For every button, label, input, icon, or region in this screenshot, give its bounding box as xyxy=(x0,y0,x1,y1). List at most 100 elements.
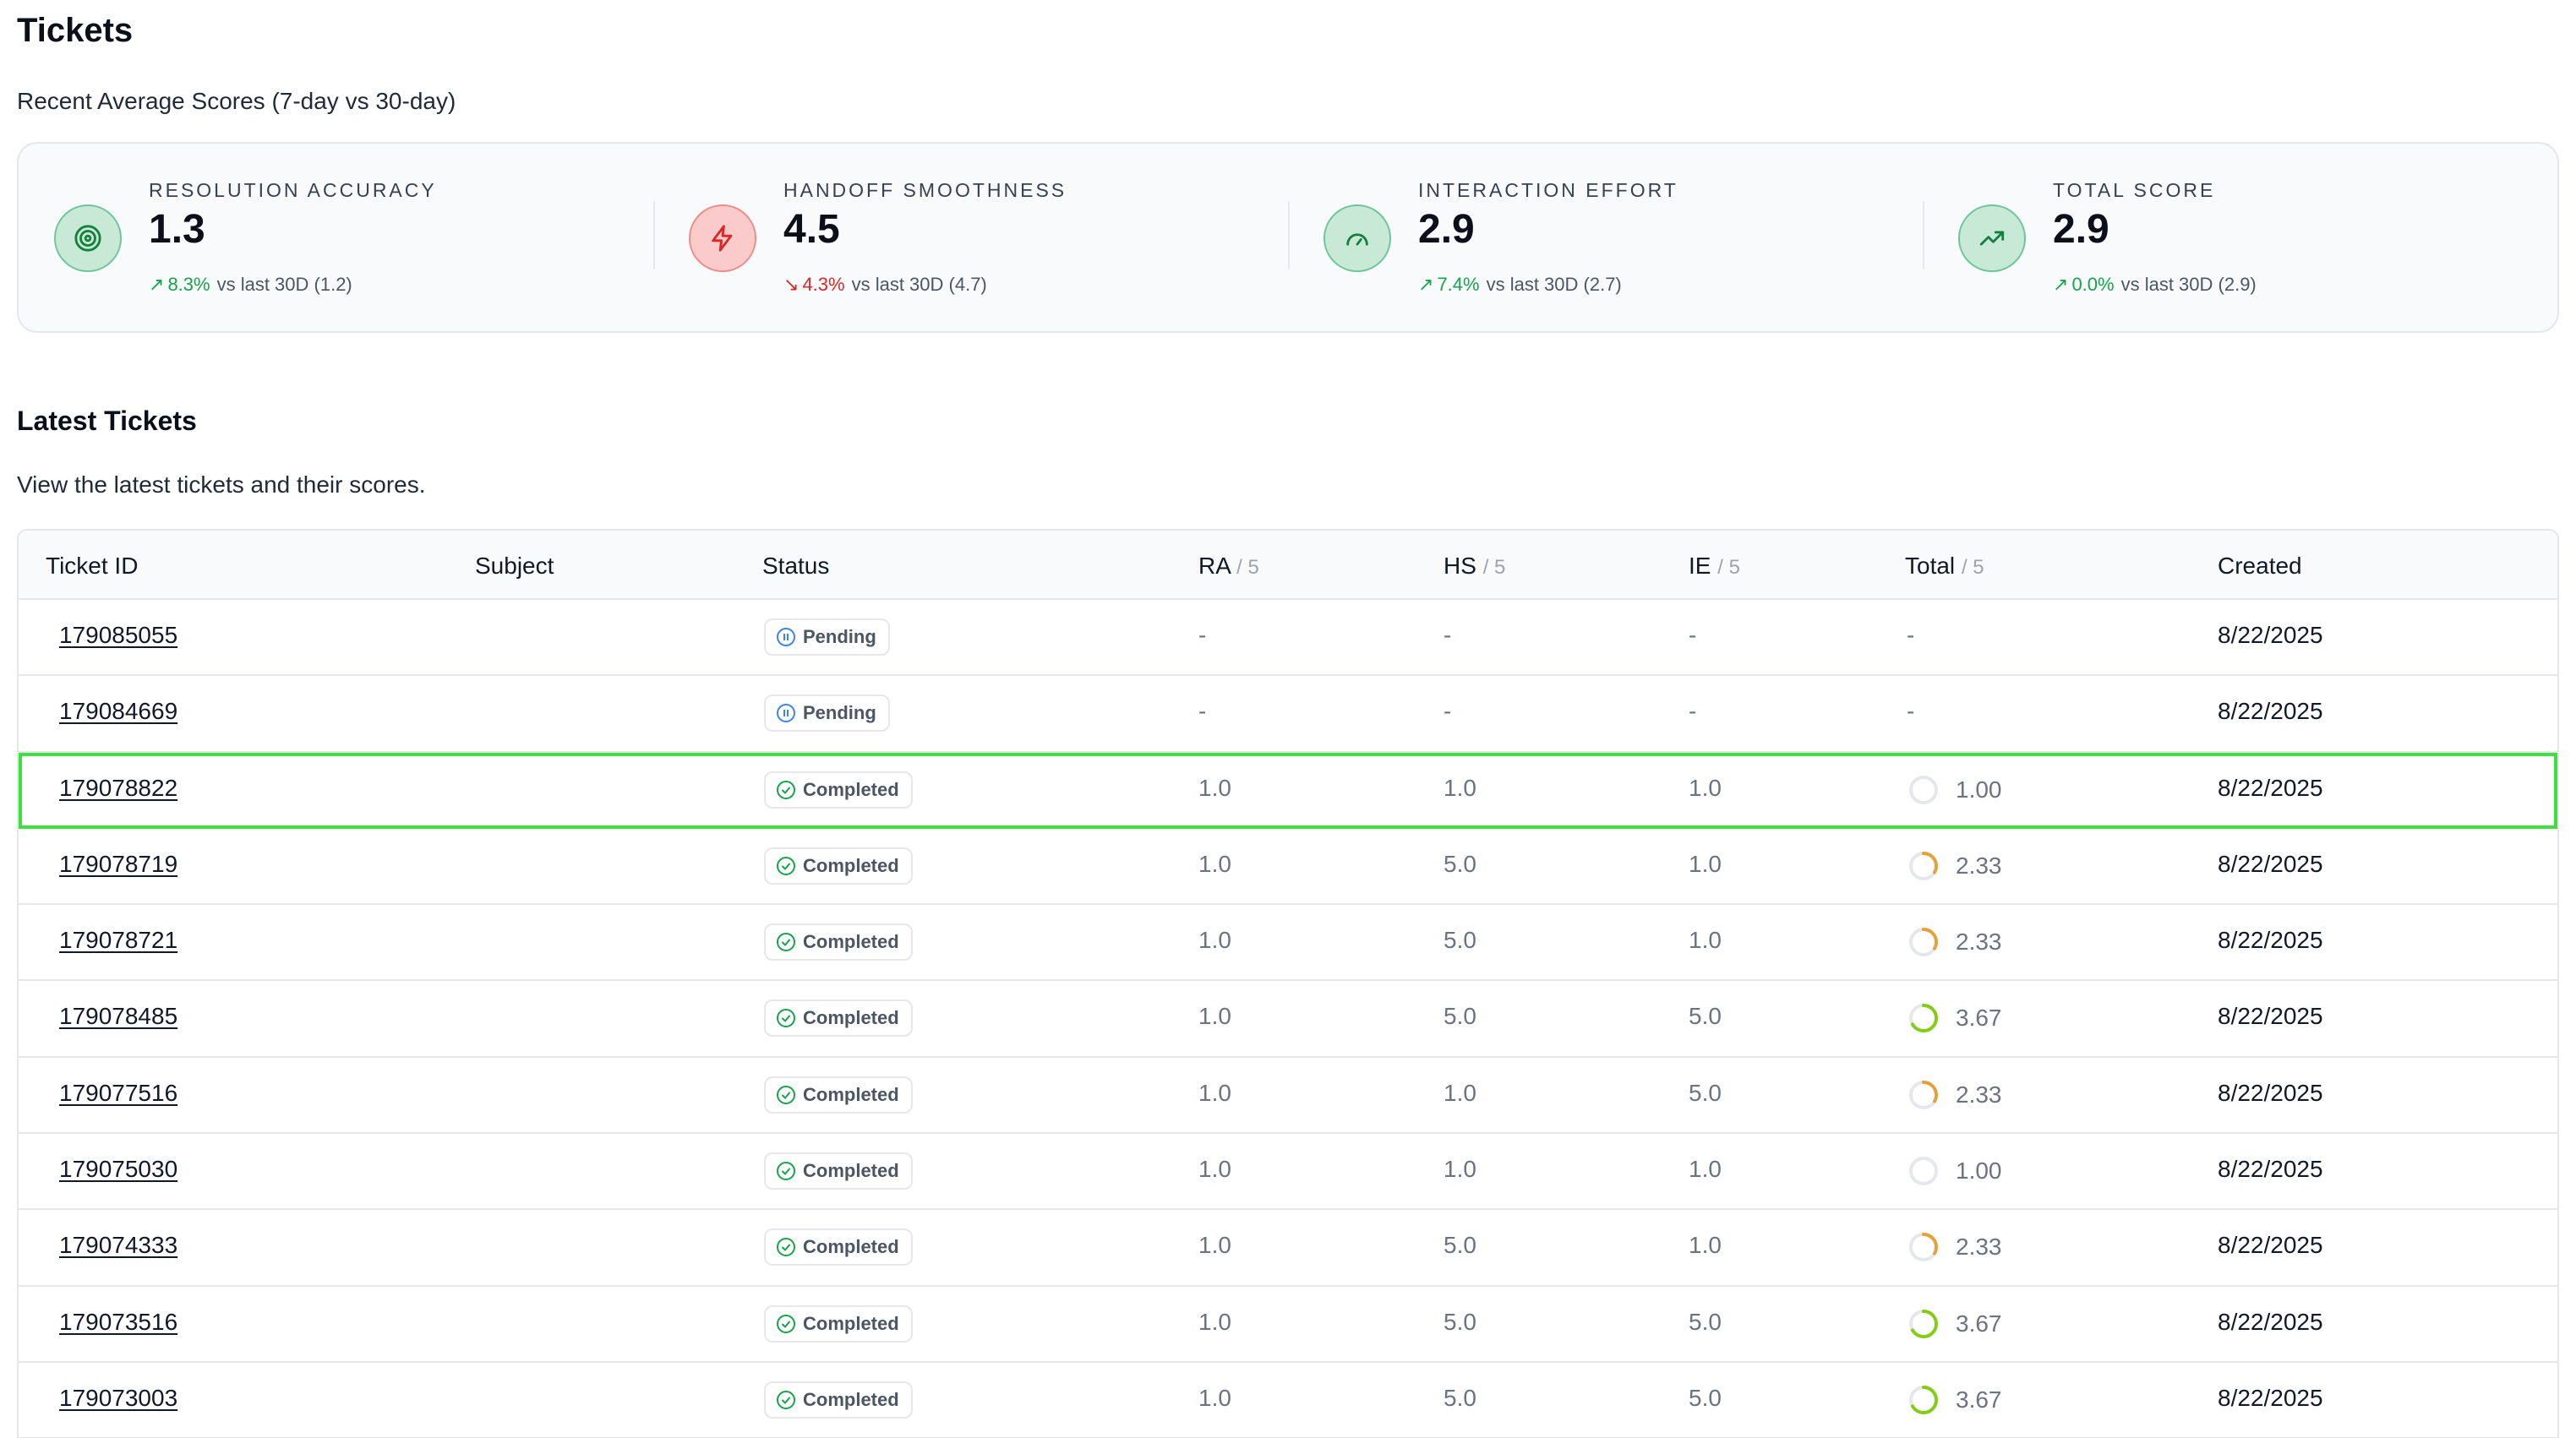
stat-delta-compare: vs last 30D (4.7) xyxy=(851,274,987,295)
total-score: 1.00 xyxy=(1907,1154,2002,1188)
pause-circle-icon xyxy=(777,704,795,723)
table-row[interactable]: 179078822 Completed 1.0 1.0 1.0 1.00 8/22/2025 xyxy=(19,752,2557,829)
header-ticket-id[interactable]: Ticket ID xyxy=(46,553,138,580)
check-circle-icon xyxy=(777,856,795,875)
ra-score: - xyxy=(1198,622,1207,648)
hs-score: 5.0 xyxy=(1444,927,1476,954)
created-date: 8/22/2025 xyxy=(2218,1384,2323,1411)
status-badge: Completed xyxy=(764,923,913,961)
status-label: Completed xyxy=(803,1007,899,1029)
ticket-id-link[interactable]: 179078485 xyxy=(59,1003,177,1030)
stat-value: 1.3 xyxy=(149,207,205,252)
total-score: 3.67 xyxy=(1907,1383,2002,1417)
header-total-denominator: / 5 xyxy=(1961,556,1984,579)
total-score: 2.33 xyxy=(1907,1230,2002,1264)
score-ring-icon xyxy=(1909,1385,1938,1414)
ticket-id-link[interactable]: 179073003 xyxy=(59,1385,177,1412)
stat-label: RESOLUTION ACCURACY xyxy=(149,179,437,201)
ticket-id-link[interactable]: 179085055 xyxy=(59,622,177,649)
hs-score: 5.0 xyxy=(1444,1308,1476,1335)
header-hs[interactable]: HS / 5 xyxy=(1444,553,1505,580)
ticket-id-link[interactable]: 179078822 xyxy=(59,775,177,802)
table-row[interactable]: 179077516 Completed 1.0 1.0 5.0 2.33 8/22/2025 xyxy=(19,1058,2557,1135)
stat-interaction-effort: INTERACTION EFFORT 2.9 ↗ 7.4% vs last 30… xyxy=(1288,144,1923,331)
stat-resolution-accuracy: RESOLUTION ACCURACY 1.3 ↗ 8.3% vs last 3… xyxy=(19,144,653,331)
table-row[interactable]: 179074333 Completed 1.0 5.0 1.0 2.33 8/22/2025 xyxy=(19,1210,2557,1287)
check-circle-icon xyxy=(777,1162,795,1181)
stat-delta: ↘ 4.3% vs last 30D (4.7) xyxy=(783,274,987,296)
status-label: Completed xyxy=(803,1083,899,1105)
ie-score: 1.0 xyxy=(1689,850,1722,877)
table-row[interactable]: 179078485 Completed 1.0 5.0 5.0 3.67 8/22/2025 xyxy=(19,981,2557,1058)
ticket-id-link[interactable]: 179077516 xyxy=(59,1080,177,1107)
ticket-id-link[interactable]: 179075030 xyxy=(59,1156,177,1183)
ticket-id-link[interactable]: 179084669 xyxy=(59,698,177,725)
total-score-value: 2.33 xyxy=(1956,1081,2002,1108)
score-ring-icon xyxy=(1909,1080,1938,1109)
table-row[interactable]: 179073516 Completed 1.0 5.0 5.0 3.67 8/22/2025 xyxy=(19,1287,2557,1363)
ie-score: 5.0 xyxy=(1689,1308,1722,1335)
header-hs-label: HS xyxy=(1444,553,1476,579)
stat-delta-compare: vs last 30D (2.9) xyxy=(2120,274,2257,295)
score-ring-icon xyxy=(1909,1157,1938,1186)
header-total-label: Total xyxy=(1905,553,1956,579)
header-created[interactable]: Created xyxy=(2218,553,2302,580)
score-ring-icon xyxy=(1909,775,1938,804)
page-subtitle: Recent Average Scores (7-day vs 30-day) xyxy=(17,88,456,114)
table-row[interactable]: 179085055 Pending - - - - 8/22/2025 xyxy=(19,600,2557,677)
arrow-up-right-icon: ↗ xyxy=(149,274,165,295)
status-badge: Pending xyxy=(764,618,890,656)
stat-delta-percent: 4.3% xyxy=(802,274,845,295)
table-header: Ticket ID Subject Status RA / 5 HS / 5 I… xyxy=(19,531,2557,600)
header-total[interactable]: Total / 5 xyxy=(1905,553,1984,580)
arrow-up-right-icon: ↗ xyxy=(1418,274,1434,295)
status-label: Completed xyxy=(803,931,899,953)
check-circle-icon xyxy=(777,1085,795,1104)
ticket-id-link[interactable]: 179074333 xyxy=(59,1232,177,1259)
total-score: 2.33 xyxy=(1907,849,2002,883)
ra-score: 1.0 xyxy=(1198,1308,1231,1335)
created-date: 8/22/2025 xyxy=(2218,1079,2323,1106)
stat-delta: ↗ 8.3% vs last 30D (1.2) xyxy=(149,274,352,296)
stat-total-score: TOTAL SCORE 2.9 ↗ 0.0% vs last 30D (2.9) xyxy=(1923,144,2557,331)
total-score: 1.00 xyxy=(1907,773,2002,807)
header-subject[interactable]: Subject xyxy=(475,553,554,580)
status-label: Completed xyxy=(803,1312,899,1334)
stat-delta-percent: 0.0% xyxy=(2071,274,2115,295)
header-status[interactable]: Status xyxy=(762,553,829,580)
table-row[interactable]: 179084669 Pending - - - - 8/22/2025 xyxy=(19,676,2557,753)
created-date: 8/22/2025 xyxy=(2218,1003,2323,1030)
status-badge: Completed xyxy=(764,1000,913,1038)
header-ra[interactable]: RA / 5 xyxy=(1198,553,1259,580)
table-row[interactable]: 179078721 Completed 1.0 5.0 1.0 2.33 8/22/2025 xyxy=(19,905,2557,982)
ticket-id-link[interactable]: 179078721 xyxy=(59,927,177,954)
stat-label: INTERACTION EFFORT xyxy=(1418,179,1678,201)
page-title: Tickets xyxy=(17,12,134,49)
hs-score: - xyxy=(1444,622,1452,648)
hs-score: 5.0 xyxy=(1444,850,1476,877)
hs-score: 1.0 xyxy=(1444,774,1476,801)
header-ie[interactable]: IE / 5 xyxy=(1689,553,1740,580)
arrow-up-right-icon: ↗ xyxy=(2053,274,2069,295)
table-row[interactable]: 179075030 Completed 1.0 1.0 1.0 1.00 8/22/2025 xyxy=(19,1134,2557,1211)
score-ring-icon xyxy=(1909,1309,1938,1338)
table-row[interactable]: 179073003 Completed 1.0 5.0 5.0 3.67 8/22/2025 xyxy=(19,1363,2557,1438)
status-label: Completed xyxy=(803,1160,899,1182)
ticket-id-link[interactable]: 179073516 xyxy=(59,1309,177,1336)
ie-score: 1.0 xyxy=(1689,1232,1722,1259)
ie-score: 5.0 xyxy=(1689,1003,1722,1030)
created-date: 8/22/2025 xyxy=(2218,1232,2323,1259)
status-label: Pending xyxy=(803,626,876,647)
header-ie-label: IE xyxy=(1689,553,1711,579)
stat-delta-compare: vs last 30D (2.7) xyxy=(1486,274,1622,295)
table-row[interactable]: 179078719 Completed 1.0 5.0 1.0 2.33 8/22/2025 xyxy=(19,829,2557,906)
status-badge: Completed xyxy=(764,847,913,885)
total-score-value: 1.00 xyxy=(1956,776,2002,803)
status-label: Completed xyxy=(803,854,899,876)
ticket-id-link[interactable]: 179078719 xyxy=(59,851,177,878)
created-date: 8/22/2025 xyxy=(2218,622,2323,648)
created-date: 8/22/2025 xyxy=(2218,1308,2323,1335)
check-circle-icon xyxy=(777,1314,795,1333)
stat-delta-compare: vs last 30D (1.2) xyxy=(216,274,352,295)
status-label: Completed xyxy=(803,1236,899,1258)
